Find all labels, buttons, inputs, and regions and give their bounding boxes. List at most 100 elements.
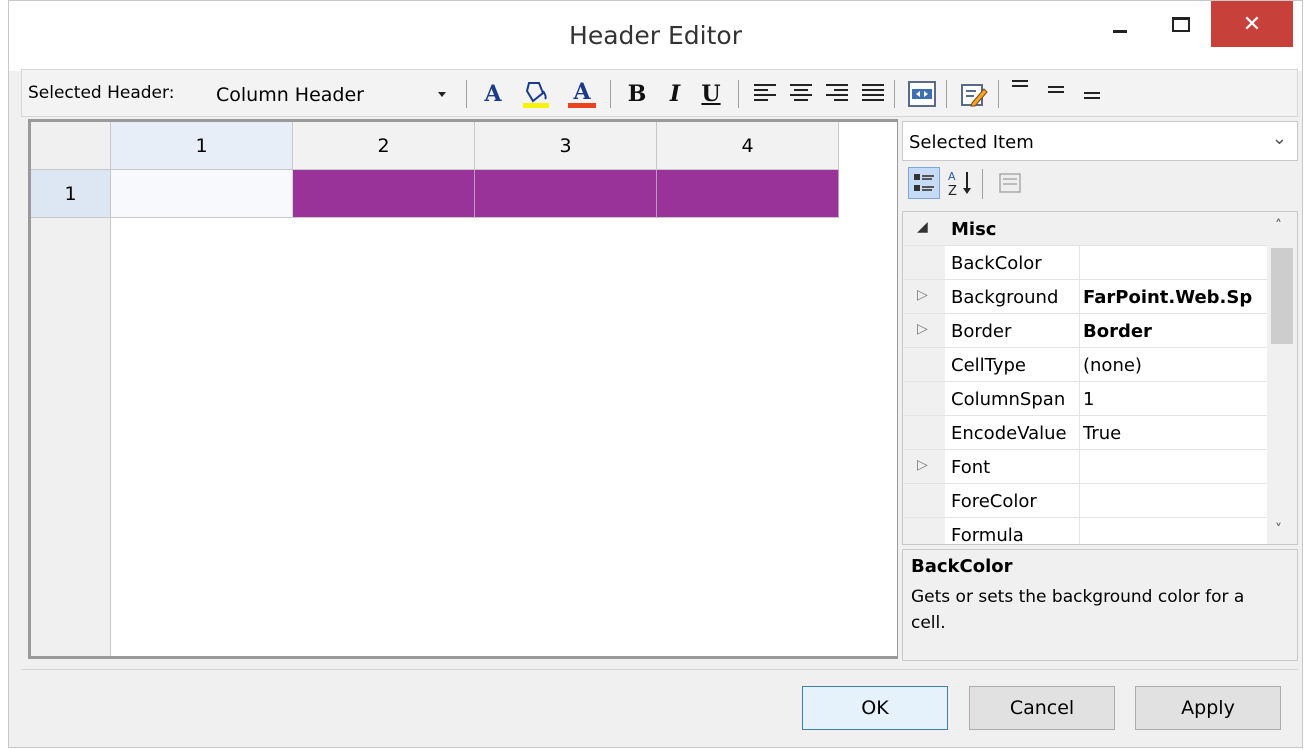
footer-divider (21, 669, 1298, 670)
maximize-icon (1172, 16, 1190, 32)
property-pages-button[interactable] (994, 167, 1026, 199)
property-row-encodevalue[interactable]: EncodeValue True (903, 416, 1267, 450)
italic-button[interactable]: I (662, 78, 688, 110)
property-name: ColumnSpan (951, 389, 1066, 410)
property-gutter (903, 484, 945, 517)
description-title: BackColor (911, 556, 1013, 577)
align-right-icon[interactable] (826, 84, 848, 102)
grid-corner[interactable] (31, 122, 111, 170)
property-row-background[interactable]: ▷ Background FarPoint.Web.Sp (903, 280, 1267, 314)
property-divider (1079, 450, 1080, 483)
property-name: Formula (951, 525, 1024, 545)
property-grid-scrollbar[interactable]: ˄ ˅ (1267, 212, 1297, 544)
selected-header-dropdown[interactable]: Column Header (214, 74, 460, 114)
property-panel: Selected Item ⌄ A Z ◢ Misc BackColor ▷ B… (902, 119, 1298, 664)
property-divider (1079, 382, 1080, 415)
svg-text:Z: Z (948, 184, 957, 198)
header-cell-1[interactable] (111, 170, 293, 218)
scroll-down-icon[interactable]: ˅ (1275, 522, 1282, 538)
align-left-icon[interactable] (754, 84, 776, 102)
sort-alphabetical-icon: A Z (948, 170, 971, 198)
minimize-button[interactable] (1096, 1, 1144, 47)
selected-item-label: Selected Item (909, 132, 1034, 153)
column-header-3[interactable]: 3 (475, 122, 657, 170)
column-header-2[interactable]: 2 (293, 122, 475, 170)
row-header-1[interactable]: 1 (31, 170, 111, 218)
align-justify-icon[interactable] (862, 84, 884, 102)
categorized-button[interactable] (908, 167, 940, 199)
ok-button[interactable]: OK (802, 686, 948, 730)
merge-cells-button[interactable] (906, 78, 938, 110)
property-value[interactable]: 1 (1083, 389, 1267, 410)
property-name: CellType (951, 355, 1026, 376)
column-header-1[interactable]: 1 (111, 122, 293, 170)
toolbar-separator (998, 80, 999, 108)
property-gutter (903, 246, 945, 279)
selected-header-value: Column Header (216, 84, 364, 106)
property-divider (1079, 416, 1080, 449)
header-cell-2[interactable] (293, 170, 475, 218)
column-header-4[interactable]: 4 (657, 122, 839, 170)
property-value[interactable]: Border (1083, 321, 1267, 342)
property-divider (1079, 348, 1080, 381)
font-icon: A (484, 81, 502, 107)
selected-item-dropdown[interactable]: Selected Item ⌄ (902, 121, 1298, 161)
property-value[interactable]: FarPoint.Web.Sp (1083, 287, 1267, 308)
expand-icon[interactable]: ▷ (917, 321, 928, 337)
row-header-gutter (31, 218, 111, 656)
forecolor-button[interactable]: A (566, 78, 598, 110)
property-row-font[interactable]: ▷ Font (903, 450, 1267, 484)
format-toolbar: Selected Header: Column Header A A B I U (21, 69, 1298, 117)
align-center-icon[interactable] (790, 84, 812, 102)
header-cell-4[interactable] (657, 170, 839, 218)
property-row-columnspan[interactable]: ColumnSpan 1 (903, 382, 1267, 416)
property-name: Background (951, 287, 1059, 308)
property-pages-icon (999, 173, 1021, 193)
toolbar-separator (466, 80, 467, 108)
edit-button[interactable] (958, 78, 990, 110)
minimize-icon (1113, 29, 1127, 33)
property-name: Font (951, 457, 991, 478)
align-top-icon[interactable] (1012, 80, 1034, 102)
property-name: EncodeValue (951, 423, 1067, 444)
collapse-icon[interactable]: ◢ (917, 219, 928, 235)
dropdown-arrow-icon (438, 92, 446, 97)
merge-cells-icon (908, 81, 936, 107)
align-middle-icon[interactable] (1048, 86, 1070, 104)
forecolor-swatch (568, 102, 596, 108)
property-gutter (903, 382, 945, 415)
header-grid: 1 2 3 4 1 (28, 119, 898, 659)
backcolor-button[interactable] (518, 78, 554, 110)
toolbar-separator (982, 169, 983, 199)
expand-icon[interactable]: ▷ (917, 287, 928, 303)
toolbar-separator (610, 80, 611, 108)
property-row-forecolor[interactable]: ForeColor (903, 484, 1267, 518)
property-row-formula[interactable]: Formula (903, 518, 1267, 545)
property-value[interactable]: (none) (1083, 355, 1267, 376)
property-gutter (903, 348, 945, 381)
property-value[interactable]: True (1083, 423, 1267, 444)
underline-button[interactable]: U (698, 78, 724, 110)
property-row-celltype[interactable]: CellType (none) (903, 348, 1267, 382)
scroll-up-icon[interactable]: ˄ (1275, 218, 1282, 234)
property-gutter (903, 518, 945, 544)
apply-button[interactable]: Apply (1135, 686, 1281, 730)
property-category-misc[interactable]: ◢ Misc (903, 212, 1267, 246)
expand-icon[interactable]: ▷ (917, 457, 928, 473)
alphabetical-button[interactable]: A Z (944, 167, 976, 199)
property-row-backcolor[interactable]: BackColor (903, 246, 1267, 280)
maximize-button[interactable] (1157, 1, 1205, 47)
property-divider (1079, 280, 1080, 313)
bold-button[interactable]: B (624, 78, 650, 110)
align-bottom-icon[interactable] (1084, 92, 1106, 110)
toolbar-separator (894, 80, 895, 108)
property-row-border[interactable]: ▷ Border Border (903, 314, 1267, 348)
categorized-icon (914, 174, 934, 191)
property-description: BackColor Gets or sets the background co… (902, 549, 1298, 661)
scrollbar-thumb[interactable] (1271, 248, 1293, 344)
property-divider (1079, 484, 1080, 517)
font-button[interactable]: A (480, 78, 506, 110)
close-button[interactable]: ✕ (1211, 1, 1293, 47)
header-cell-3[interactable] (475, 170, 657, 218)
cancel-button[interactable]: Cancel (969, 686, 1115, 730)
